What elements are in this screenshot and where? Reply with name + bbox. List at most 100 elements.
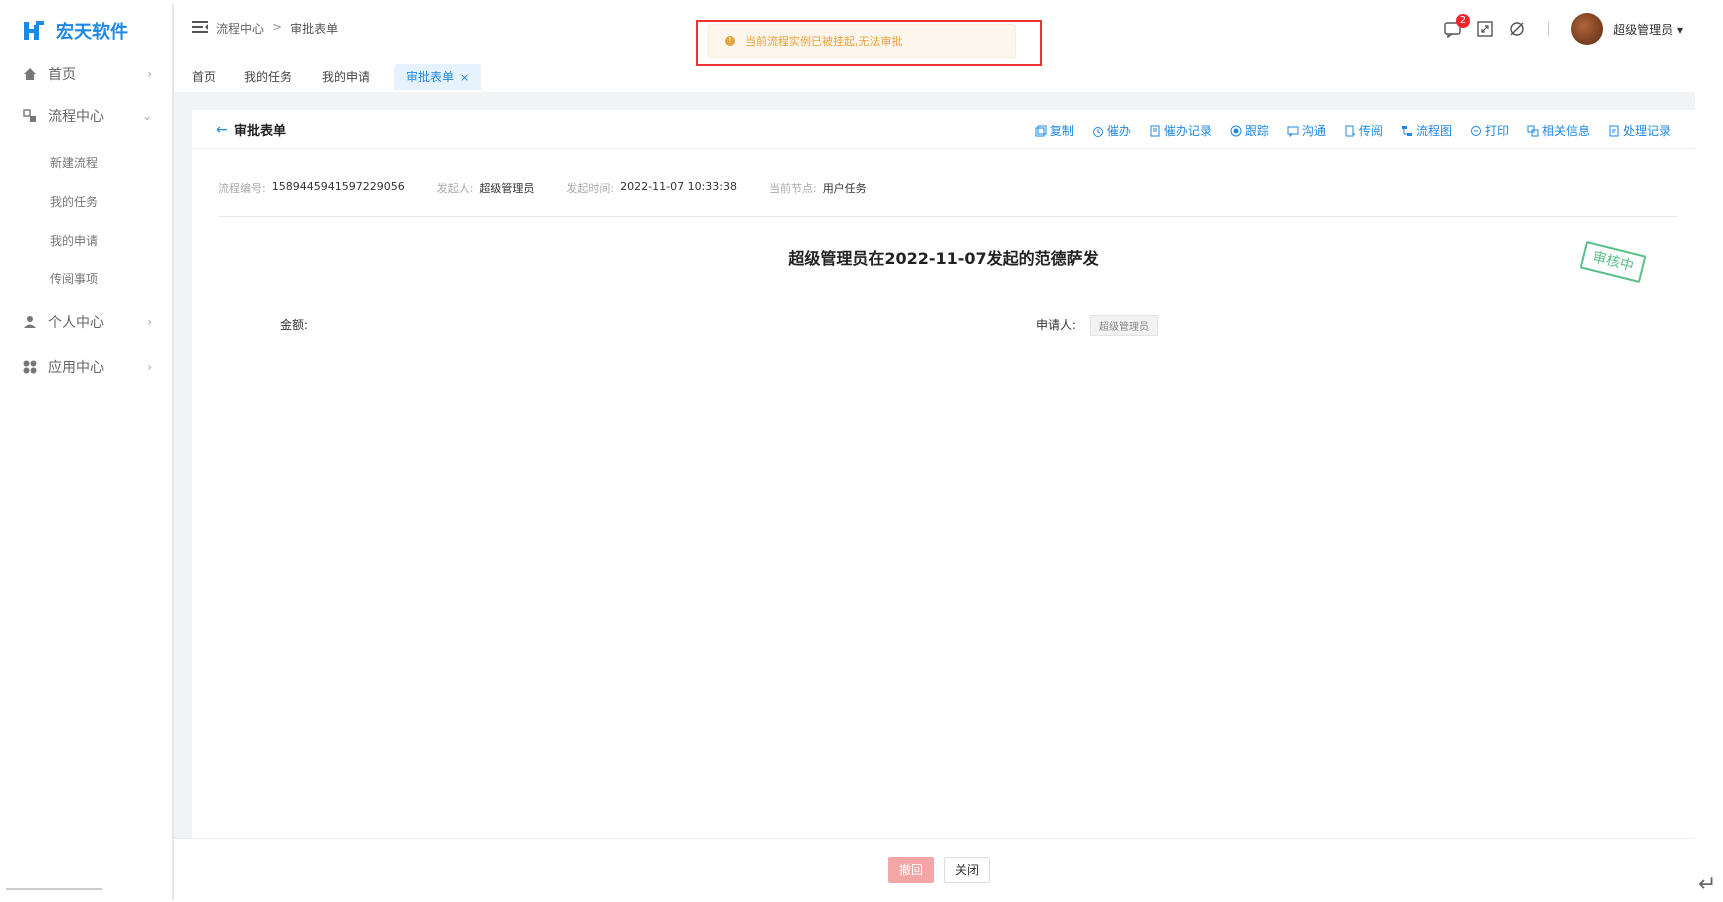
chevron-right-icon: › <box>147 315 152 329</box>
print-button[interactable]: 打印 <box>1470 122 1509 139</box>
toolbar: 复制 催办 催办记录 跟踪 沟通 传阅 流程图 打印 相关信息 处理记录 <box>1035 122 1671 139</box>
withdraw-button[interactable]: 撤回 <box>888 857 934 883</box>
communicate-button[interactable]: 沟通 <box>1287 122 1326 139</box>
home-icon <box>22 66 38 82</box>
meta-value: 超级管理员 <box>479 182 535 195</box>
history-icon <box>1609 125 1619 136</box>
sidebar-item-personal[interactable]: 个人中心 › <box>0 302 172 342</box>
tab-bar: 首页 我的任务 我的申请 审批表单 × <box>174 58 1695 93</box>
applicant-tag: 超级管理员 <box>1090 315 1158 336</box>
submenu-my-applications[interactable]: 我的申请 <box>50 232 98 249</box>
chevron-right-icon: › <box>147 360 152 374</box>
urge-button[interactable]: 催办 <box>1092 122 1131 139</box>
lock-icon[interactable] <box>1508 20 1526 38</box>
sidebar-item-label: 首页 <box>48 67 76 83</box>
scroll-indicator <box>6 888 102 890</box>
sidebar-item-label: 应用中心 <box>48 360 104 376</box>
chat-icon <box>1287 126 1299 137</box>
tab-label: 审批表单 <box>406 70 455 84</box>
footer-bar: 撤回 关闭 <box>174 838 1695 901</box>
tab-label: 首页 <box>192 70 217 84</box>
tab-my-tasks[interactable]: 我的任务 <box>232 64 304 90</box>
sidebar-item-home[interactable]: 首页 › <box>0 54 172 94</box>
link-icon <box>1527 125 1539 136</box>
sidebar-item-flow-center[interactable]: 流程中心 ⌄ <box>0 96 172 136</box>
message-icon[interactable]: 2 <box>1444 14 1471 38</box>
meta-value: 用户任务 <box>822 182 867 195</box>
meta-key: 流程编号: <box>218 182 266 195</box>
toolbar-label: 催办记录 <box>1163 124 1212 138</box>
menu-toggle-icon[interactable] <box>192 20 208 34</box>
urge-record-button[interactable]: 催办记录 <box>1149 122 1212 139</box>
toolbar-label: 跟踪 <box>1244 124 1269 138</box>
chevron-right-icon: › <box>147 67 152 81</box>
sidebar-item-apps[interactable]: 应用中心 › <box>0 347 172 387</box>
toolbar-label: 复制 <box>1049 124 1074 138</box>
notification-badge: 2 <box>1455 14 1471 28</box>
target-icon <box>1230 125 1242 136</box>
process-meta: 流程编号: 1589445941597229056 发起人: 超级管理员 发起时… <box>218 180 899 196</box>
toolbar-label: 流程图 <box>1415 124 1452 138</box>
copy-icon <box>1035 125 1047 136</box>
breadcrumb-current: 审批表单 <box>290 22 339 36</box>
breadcrumb-separator: > <box>272 20 283 34</box>
process-record-button[interactable]: 处理记录 <box>1608 122 1671 139</box>
header-actions: 2 超级管理员 ▾ <box>1444 13 1695 45</box>
breadcrumb-item[interactable]: 流程中心 <box>216 20 264 37</box>
close-icon[interactable]: × <box>460 71 469 84</box>
related-info-button[interactable]: 相关信息 <box>1527 122 1590 139</box>
submenu-my-tasks[interactable]: 我的任务 <box>50 193 98 210</box>
fullscreen-icon[interactable] <box>1476 20 1494 38</box>
sidebar-item-label: 个人中心 <box>48 315 104 331</box>
meta-key: 当前节点: <box>768 182 817 195</box>
breadcrumb: 流程中心 > 审批表单 <box>216 20 338 37</box>
user-name: 超级管理员 <box>1613 22 1674 37</box>
record-icon <box>1150 125 1160 136</box>
submenu-circulation[interactable]: 传阅事项 <box>50 270 98 287</box>
document-icon <box>1345 125 1356 136</box>
avatar[interactable] <box>1571 13 1604 45</box>
brand-logo[interactable]: 宏天软件 <box>22 18 128 44</box>
meta-value: 1589445941597229056 <box>271 180 405 193</box>
track-button[interactable]: 跟踪 <box>1230 122 1269 139</box>
tab-home[interactable]: 首页 <box>180 64 228 90</box>
chevron-down-icon: ⌄ <box>141 109 152 123</box>
user-menu[interactable]: 超级管理员 ▾ <box>1613 21 1683 38</box>
flowchart-button[interactable]: 流程图 <box>1401 122 1452 139</box>
toolbar-label: 处理记录 <box>1622 124 1671 138</box>
logo-icon <box>24 21 44 40</box>
print-icon <box>1470 125 1481 136</box>
amount-label: 金额: <box>280 318 309 332</box>
form-title: 超级管理员在2022-11-07发起的范德萨发 <box>788 249 1099 268</box>
circulate-button[interactable]: 传阅 <box>1344 122 1383 139</box>
meta-value: 2022-11-07 10:33:38 <box>620 180 737 193</box>
tab-my-applications[interactable]: 我的申请 <box>310 64 382 90</box>
back-arrow-icon[interactable]: ← <box>216 122 228 138</box>
sidebar: 宏天软件 首页 › 流程中心 ⌄ 新建流程 我的任务 我的申请 传阅事项 个人中… <box>0 4 174 900</box>
user-icon <box>22 314 38 330</box>
tab-approval-form[interactable]: 审批表单 × <box>394 64 482 90</box>
divider <box>218 216 1678 217</box>
alarm-icon <box>1092 126 1103 137</box>
tab-label: 我的任务 <box>244 70 293 84</box>
close-button[interactable]: 关闭 <box>944 857 990 883</box>
applicant-label: 申请人: <box>1036 318 1077 332</box>
header-divider <box>1548 22 1550 36</box>
tab-label: 我的申请 <box>322 70 371 84</box>
copy-button[interactable]: 复制 <box>1035 122 1074 139</box>
flow-icon <box>22 108 38 124</box>
toolbar-label: 打印 <box>1484 124 1509 138</box>
toolbar-label: 传阅 <box>1358 124 1383 138</box>
meta-key: 发起人: <box>436 182 474 195</box>
toolbar-label: 沟通 <box>1301 124 1326 138</box>
brand-name: 宏天软件 <box>56 22 128 43</box>
enter-icon: ↵ <box>1698 872 1717 897</box>
submenu-new-flow[interactable]: 新建流程 <box>50 154 98 171</box>
card-header: ← 审批表单 复制 催办 催办记录 跟踪 沟通 传阅 流程图 打印 相关信息 处… <box>192 110 1695 149</box>
toolbar-label: 相关信息 <box>1541 124 1590 138</box>
apps-icon <box>22 359 38 375</box>
approval-card: ← 审批表单 复制 催办 催办记录 跟踪 沟通 传阅 流程图 打印 相关信息 处… <box>192 110 1695 838</box>
sidebar-item-label: 流程中心 <box>48 109 104 125</box>
toolbar-label: 催办 <box>1106 124 1131 138</box>
meta-key: 发起时间: <box>566 182 615 195</box>
